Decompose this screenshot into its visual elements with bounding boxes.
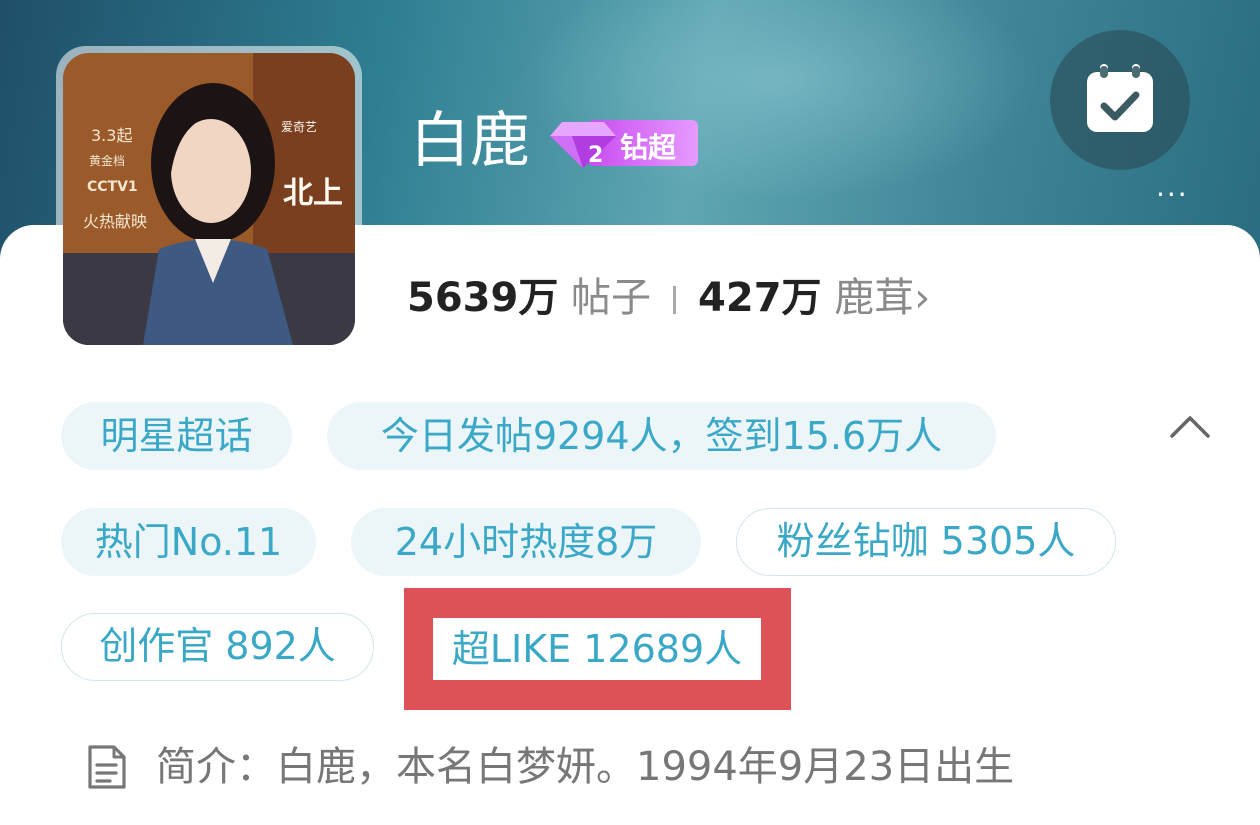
diamond-super-badge[interactable]: 2 钻超 bbox=[548, 118, 700, 168]
tag-star-topic[interactable]: 明星超话 bbox=[61, 402, 292, 470]
tag-creators[interactable]: 创作官 892人 bbox=[61, 613, 374, 681]
topic-title: 白鹿 bbox=[410, 106, 530, 176]
badge-level: 2 bbox=[588, 143, 603, 168]
topic-stats[interactable]: 5639万 帖子 427万 鹿茸› bbox=[407, 268, 930, 328]
tag-24h-heat[interactable]: 24小时热度8万 bbox=[351, 508, 701, 576]
fans-count: 427万 bbox=[698, 275, 822, 321]
diamond-icon: 2 bbox=[550, 122, 616, 168]
poster-text: 爱奇艺 bbox=[281, 120, 317, 134]
tag-hot-rank[interactable]: 热门No.11 bbox=[61, 508, 316, 576]
stats-divider bbox=[673, 286, 677, 314]
poster-text: 3.3起 bbox=[91, 126, 132, 145]
badge-label: 钻超 bbox=[620, 131, 677, 164]
more-icon[interactable]: ··· bbox=[1156, 178, 1189, 211]
posts-label: 帖子 bbox=[571, 275, 652, 321]
poster-text: 火热献映 bbox=[83, 212, 147, 231]
tag-daily-activity[interactable]: 今日发帖9294人，签到15.6万人 bbox=[327, 402, 996, 470]
poster-text: CCTV1 bbox=[87, 179, 138, 195]
intro-text: 简介：白鹿，本名白梦妍。1994年9月23日出生 bbox=[156, 744, 1015, 790]
avatar-image: 3.3起 黄金档 CCTV1 火热献映 北上 爱奇艺 bbox=[63, 53, 355, 345]
fans-chevron-icon: › bbox=[914, 275, 931, 321]
topic-avatar[interactable]: 3.3起 黄金档 CCTV1 火热献映 北上 爱奇艺 bbox=[63, 53, 355, 345]
fans-label: 鹿茸 bbox=[834, 275, 915, 321]
highlight-box: 超LIKE 12689人 bbox=[404, 588, 791, 710]
chevron-up-icon[interactable] bbox=[1168, 412, 1212, 440]
checkin-button[interactable] bbox=[1050, 30, 1190, 170]
document-icon bbox=[88, 745, 126, 789]
poster-text: 黄金档 bbox=[89, 153, 125, 168]
tag-super-like[interactable]: 超LIKE 12689人 bbox=[433, 618, 761, 680]
poster-title: 北上 bbox=[283, 176, 343, 211]
posts-count: 5639万 bbox=[407, 275, 559, 321]
avatar-frame: 3.3起 黄金档 CCTV1 火热献映 北上 爱奇艺 bbox=[56, 46, 362, 352]
header-glow bbox=[520, 0, 1040, 200]
tag-diamond-fans[interactable]: 粉丝钻咖 5305人 bbox=[736, 508, 1116, 576]
calendar-check-icon bbox=[1087, 64, 1153, 132]
